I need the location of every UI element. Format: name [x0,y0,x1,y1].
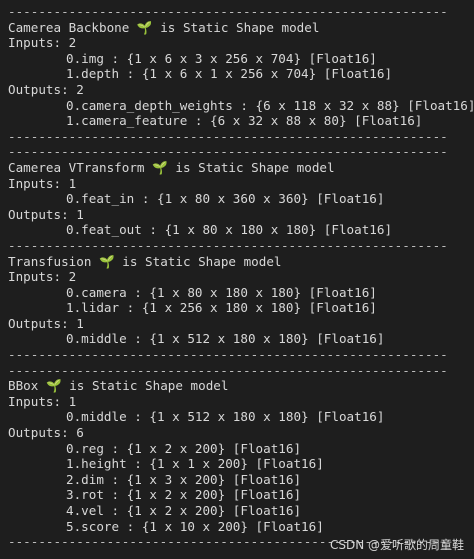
tensor-line: 4.vel : {1 x 2 x 200} [Float16] [66,503,302,518]
model-header: Camerea Backbone 🌱 is Static Shape model [8,20,474,36]
separator-line: ----------------------------------------… [8,362,448,378]
io-count-line: Outputs: 1 [8,206,84,222]
tensor-line: 0.feat_in : {1 x 80 x 360 x 360} [Float1… [66,191,385,207]
model-header: Transfusion 🌱 is Static Shape model [8,254,474,270]
tensor-line: 0.camera_depth_weights : {6 x 118 x 32 x… [66,97,474,113]
watermark: CSDN @爱听歌的周童鞋 [329,538,464,552]
tensor-line: 0.middle : {1 x 512 x 180 x 180} [Float1… [66,409,385,425]
separator-line: ----------------------------------------… [8,4,448,19]
tensor-line: 0.feat_out : {1 x 80 x 180 x 180} [Float… [66,222,393,238]
io-count-line: Outputs: 6 [8,425,84,441]
terminal-output: ----------------------------------------… [0,0,474,559]
model-status: is Static Shape model [175,159,335,175]
tensor-line: 2.dim : {1 x 3 x 200} [Float16] [66,471,302,487]
model-header: Camerea VTransform 🌱 is Static Shape mod… [8,160,474,176]
io-count-line: Outputs: 2 [8,81,84,97]
model-status: is Static Shape model [69,378,229,394]
tensor-line: 1.lidar : {1 x 256 x 180 x 180} [Float16… [66,300,377,316]
tensor-line: 1.height : {1 x 1 x 200} [Float16] [66,456,324,472]
separator-line: ----------------------------------------… [8,128,448,144]
tensor-line: 0.camera : {1 x 80 x 180 x 180} [Float16… [66,284,377,300]
sprout-icon: 🌱 [45,378,62,394]
tensor-line: 1.camera_feature : {6 x 32 x 88 x 80} [F… [66,113,423,129]
io-count-line: Inputs: 2 [8,269,77,285]
model-name: Camerea Backbone [8,19,130,35]
tensor-line: 0.img : {1 x 6 x 3 x 256 x 704} [Float16… [66,50,377,66]
io-count-line: Inputs: 2 [8,35,77,51]
io-count-line: Inputs: 1 [8,175,77,191]
tensor-line: 1.depth : {1 x 6 x 1 x 256 x 704} [Float… [66,66,393,82]
separator-line: ----------------------------------------… [8,347,448,363]
separator-line: ----------------------------------------… [8,144,448,160]
tensor-line: 3.rot : {1 x 2 x 200} [Float16] [66,487,302,503]
sprout-icon: 🌱 [136,19,153,35]
separator-line: ----------------------------------------… [8,237,448,253]
tensor-line: 5.score : {1 x 10 x 200} [Float16] [66,518,324,534]
sprout-icon: 🌱 [99,253,115,269]
tensor-line: 0.reg : {1 x 2 x 200} [Float16] [66,440,302,456]
model-status: is Static Shape model [122,253,282,269]
tensor-line: 0.middle : {1 x 512 x 180 x 180} [Float1… [66,331,385,347]
model-name: BBox [8,378,39,394]
sprout-icon: 🌱 [152,159,168,175]
model-name: Camerea VTransform [8,159,145,175]
io-count-line: Inputs: 1 [8,393,77,409]
io-count-line: Outputs: 1 [8,315,84,331]
model-status: is Static Shape model [160,19,320,35]
model-header: BBox 🌱 is Static Shape model [8,378,474,394]
model-name: Transfusion [8,253,92,269]
